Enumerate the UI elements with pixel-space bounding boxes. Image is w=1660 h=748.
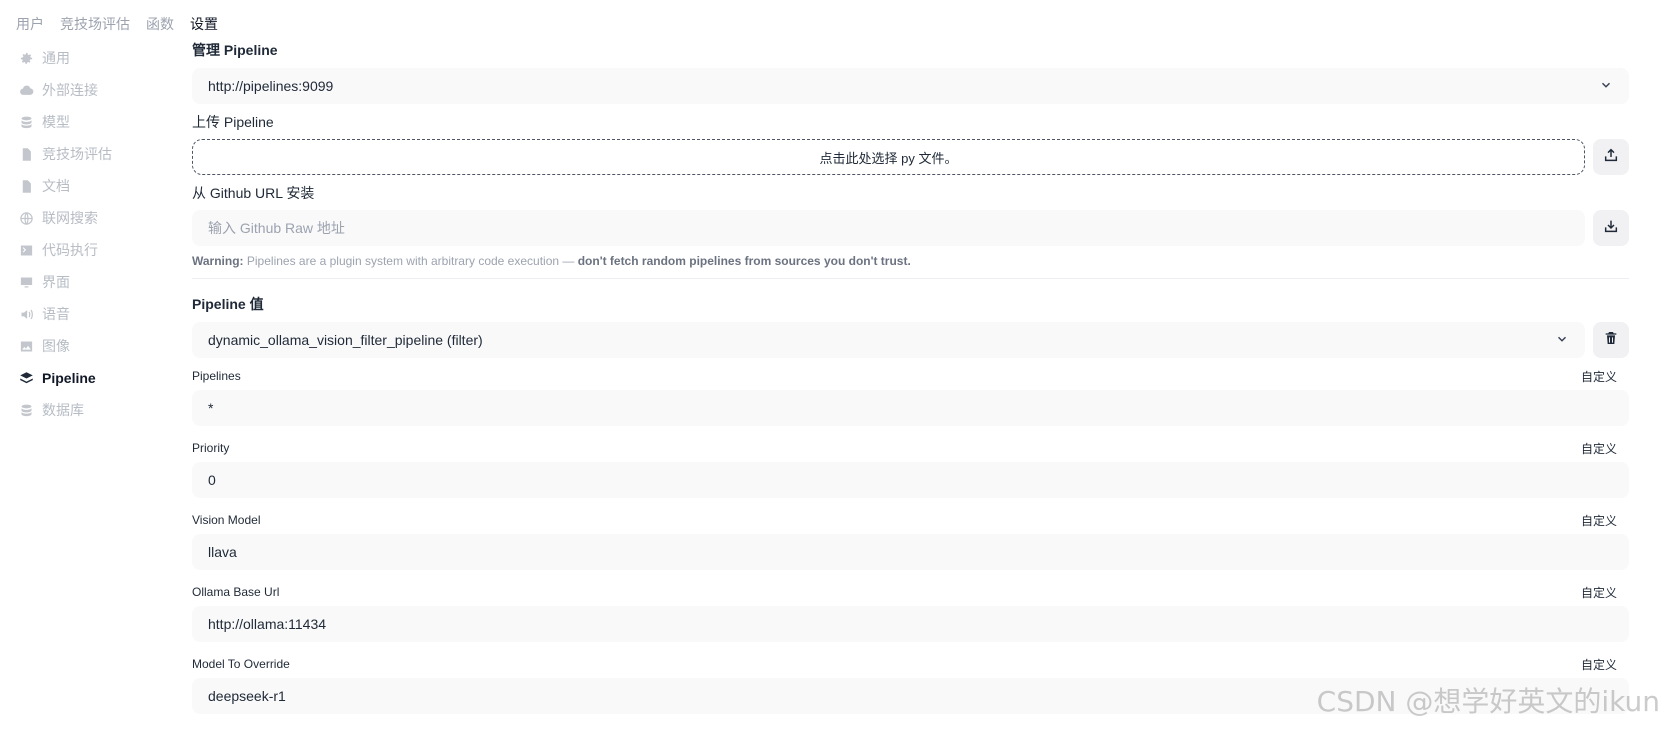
sidebar-item-interface[interactable]: 界面 (18, 266, 168, 298)
security-warning: Warning: Pipelines are a plugin system w… (192, 254, 1629, 268)
pipeline-url-select[interactable]: http://pipelines:9099 (192, 68, 1629, 104)
sidebar-item-connections[interactable]: 外部连接 (18, 74, 168, 106)
chevron-down-icon (1555, 332, 1569, 349)
section-divider (192, 278, 1629, 279)
upload-button[interactable] (1593, 139, 1629, 175)
pipeline-url-value: http://pipelines:9099 (208, 78, 334, 94)
sidebar-item-arena[interactable]: 竞技场评估 (18, 138, 168, 170)
speaker-icon (18, 306, 34, 322)
tab-arena-evaluation[interactable]: 竞技场评估 (60, 14, 130, 34)
sidebar-item-label: 界面 (42, 274, 70, 290)
trash-icon (1603, 330, 1619, 351)
sidebar-item-label: 通用 (42, 50, 70, 66)
warning-prefix: Warning: (192, 254, 244, 268)
sidebar-item-label: 联网搜索 (42, 210, 98, 226)
tab-users[interactable]: 用户 (16, 14, 44, 34)
field-label: Model To Override (192, 657, 290, 671)
sidebar-item-documents[interactable]: 文档 (18, 170, 168, 202)
github-url-input[interactable] (192, 210, 1585, 246)
sidebar-item-database[interactable]: 数据库 (18, 394, 168, 426)
settings-sidebar: 通用 外部连接 模型 竞技场评估 文档 联网搜索 代码执行 界面 语音 图像 P… (18, 42, 168, 426)
valve-field-vision-model: Vision Model 自定义 llava (192, 510, 1629, 570)
sidebar-item-label: 文档 (42, 178, 70, 194)
layers-icon (18, 370, 34, 386)
cloud-icon (18, 82, 34, 98)
upload-pipeline-title: 上传 Pipeline (192, 114, 274, 130)
gear-icon (18, 50, 34, 66)
sidebar-item-code-execution[interactable]: 代码执行 (18, 234, 168, 266)
chevron-down-icon (1599, 78, 1613, 95)
field-label: Priority (192, 441, 230, 455)
sidebar-item-images[interactable]: 图像 (18, 330, 168, 362)
database-icon (18, 402, 34, 418)
field-value[interactable]: 0 (192, 462, 1629, 498)
sidebar-item-label: 语音 (42, 306, 70, 322)
custom-toggle[interactable]: 自定义 (1581, 512, 1617, 529)
delete-pipeline-button[interactable] (1593, 322, 1629, 358)
sidebar-item-label: 代码执行 (42, 242, 98, 258)
file-icon (18, 178, 34, 194)
sidebar-item-models[interactable]: 模型 (18, 106, 168, 138)
valve-field-ollama-base-url: Ollama Base Url 自定义 http://ollama:11434 (192, 582, 1629, 642)
github-install-title: 从 Github URL 安装 (192, 185, 315, 201)
valve-field-priority: Priority 自定义 0 (192, 438, 1629, 498)
pipeline-settings: 管理 Pipeline http://pipelines:9099 上传 Pip… (192, 38, 1629, 714)
globe-icon (18, 210, 34, 226)
sidebar-item-web-search[interactable]: 联网搜索 (18, 202, 168, 234)
upload-icon (1603, 147, 1619, 168)
sidebar-item-label: 图像 (42, 338, 70, 354)
field-label: Pipelines (192, 369, 241, 383)
custom-toggle[interactable]: 自定义 (1581, 656, 1617, 673)
watermark: CSDN @想学好英文的ikun (1316, 685, 1660, 718)
sidebar-item-label: 数据库 (42, 402, 84, 418)
database-icon (18, 114, 34, 130)
sidebar-item-pipeline[interactable]: Pipeline (18, 362, 168, 394)
sidebar-item-label: 模型 (42, 114, 70, 130)
download-button[interactable] (1593, 210, 1629, 246)
custom-toggle[interactable]: 自定义 (1581, 368, 1617, 385)
field-label: Ollama Base Url (192, 585, 280, 599)
field-value[interactable]: http://ollama:11434 (192, 606, 1629, 642)
warning-text: Pipelines are a plugin system with arbit… (243, 254, 578, 268)
pipeline-select[interactable]: dynamic_ollama_vision_filter_pipeline (f… (192, 322, 1585, 358)
custom-toggle[interactable]: 自定义 (1581, 440, 1617, 457)
field-value[interactable]: * (192, 390, 1629, 426)
custom-toggle[interactable]: 自定义 (1581, 584, 1617, 601)
sidebar-item-general[interactable]: 通用 (18, 42, 168, 74)
sidebar-item-label: 竞技场评估 (42, 146, 112, 162)
sidebar-item-label: Pipeline (42, 370, 96, 386)
warning-emphasis: don't fetch random pipelines from source… (577, 254, 911, 268)
field-label: Vision Model (192, 513, 261, 527)
terminal-icon (18, 242, 34, 258)
sidebar-item-audio[interactable]: 语音 (18, 298, 168, 330)
image-icon (18, 338, 34, 354)
download-icon (1603, 218, 1619, 239)
manage-pipeline-title: 管理 Pipeline (192, 42, 278, 58)
sidebar-item-label: 外部连接 (42, 82, 98, 98)
upload-dropzone[interactable]: 点击此处选择 py 文件。 (192, 139, 1585, 175)
pipeline-select-value: dynamic_ollama_vision_filter_pipeline (f… (208, 332, 483, 348)
monitor-icon (18, 274, 34, 290)
valve-field-pipelines: Pipelines 自定义 * (192, 366, 1629, 426)
tab-settings[interactable]: 设置 (190, 14, 218, 34)
tab-functions[interactable]: 函数 (146, 14, 174, 34)
document-icon (18, 146, 34, 162)
valves-title: Pipeline 值 (192, 296, 264, 312)
top-nav: 用户 竞技场评估 函数 设置 (16, 14, 218, 34)
field-value[interactable]: llava (192, 534, 1629, 570)
